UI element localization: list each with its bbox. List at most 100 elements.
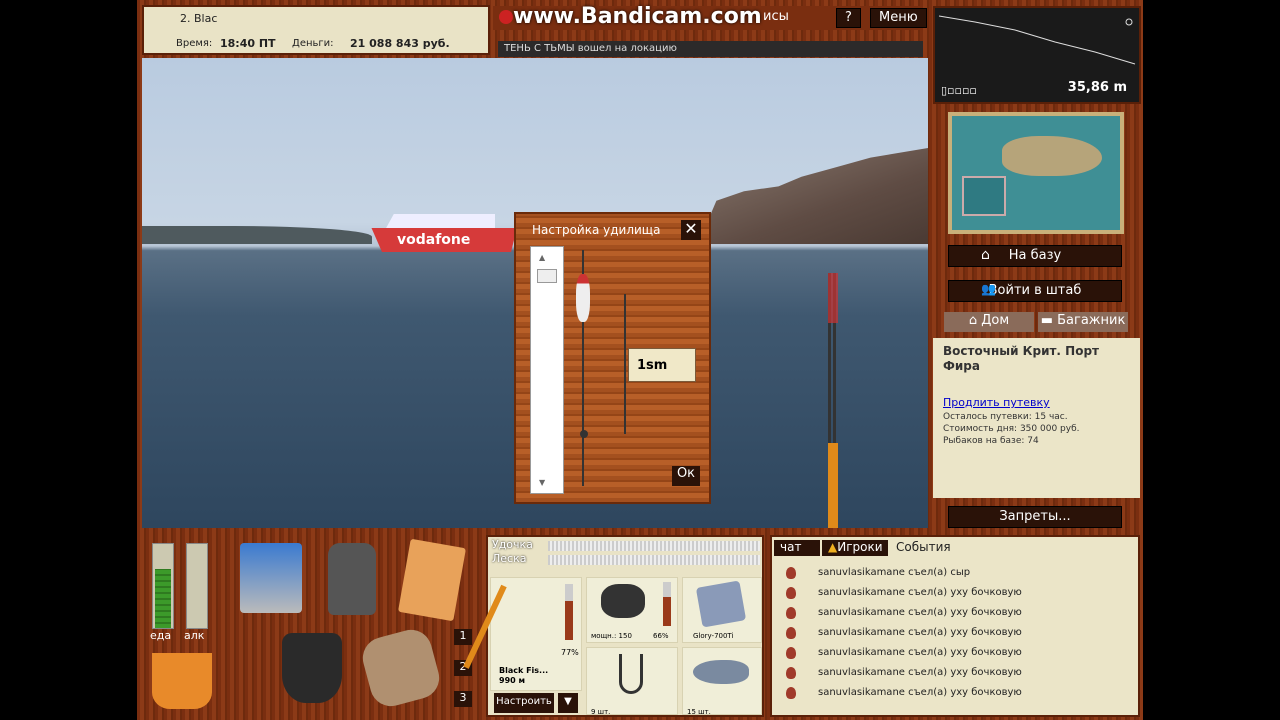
tab-players-label: Игроки	[837, 540, 883, 554]
hook-count: 9 шт.	[591, 708, 611, 716]
money-label: Деньги:	[292, 38, 334, 49]
hook-icon	[619, 654, 643, 694]
food-icon	[786, 647, 796, 659]
to-base-label: На базу	[1008, 248, 1062, 263]
bucket-icon[interactable]	[152, 653, 212, 709]
record-icon	[499, 10, 513, 24]
depth-value-readout: 35,86 m	[1067, 80, 1127, 95]
warning-icon: ▲	[828, 540, 838, 554]
line-slot[interactable]: Glory-700Ti	[682, 577, 762, 643]
rod-panel: Удочка Леска 77% Black Fis... 990 м мощн…	[463, 535, 764, 717]
dialog-title: Настройка удилища	[532, 223, 661, 237]
dropdown-icon[interactable]: ▼	[558, 693, 578, 713]
people-icon: 👥	[981, 282, 996, 296]
scroll-down-icon[interactable]: ▼	[539, 478, 545, 487]
location-map[interactable]	[948, 112, 1124, 234]
slot-1-button[interactable]: 1	[454, 629, 472, 645]
car-icon: ▬	[1040, 313, 1058, 328]
sinker-icon	[580, 430, 588, 438]
time-label: Время:	[176, 38, 213, 49]
fish-bait-icon	[693, 660, 749, 684]
cost-text: Стоимость дня: 350 000 руб.	[943, 424, 1080, 434]
tab-chat[interactable]: чат	[774, 540, 820, 556]
line-name: Glory-700Ti	[693, 632, 734, 640]
reel-icon	[601, 584, 645, 618]
line-spool-icon	[695, 580, 747, 628]
trunk-label: Багажник	[1057, 313, 1126, 328]
rod-icon[interactable]	[828, 273, 838, 528]
slot-3-button[interactable]: 3	[454, 691, 472, 707]
watermark: www.Bandicam.com	[513, 4, 762, 29]
money-value: 21 088 843 руб.	[350, 37, 450, 50]
player-name: 2. Blac	[180, 12, 218, 25]
notebook-icon[interactable]	[398, 538, 466, 622]
bait-slot[interactable]: 15 шт.	[682, 647, 762, 716]
rod-strength-bar	[548, 541, 760, 551]
player-panel: 2. Blac Время: 18:40 ПТ Деньги: 21 088 8…	[142, 5, 490, 55]
distant-island	[142, 226, 372, 244]
to-base-button[interactable]: ⌂ На базу	[948, 245, 1122, 267]
line-strength-bar	[548, 555, 760, 565]
food-icon	[786, 687, 796, 699]
home-label: Дом	[981, 313, 1010, 328]
cliff-coast	[698, 148, 928, 244]
anglers-text: Рыбаков на базе: 74	[943, 436, 1039, 446]
scroll-thumb[interactable]	[537, 269, 557, 283]
inventory-tools: еда алк 1 2 3	[142, 535, 484, 715]
rod-name: Black Fis...	[499, 666, 549, 675]
bans-button[interactable]: Запреты...	[948, 506, 1122, 528]
cauldron-icon[interactable]	[282, 633, 342, 703]
event-item: sanuvlasikamane съел(а) уху бочковую	[786, 607, 1022, 619]
chat-panel: чат ▲Игроки События sanuvlasikamane съел…	[770, 535, 1140, 717]
tackle-box-icon[interactable]	[240, 543, 302, 613]
scroll-up-icon[interactable]: ▲	[539, 253, 545, 262]
food-icon	[786, 567, 796, 579]
depth-scrollbar[interactable]: ▲ ▼	[530, 246, 564, 494]
float-icon	[576, 274, 590, 322]
event-item: sanuvlasikamane съел(а) уху бочковую	[786, 627, 1022, 639]
depth-ruler	[624, 294, 626, 434]
rod-settings-dialog: Настройка удилища ✕ ▲ ▼ 1sm Ок	[514, 212, 711, 504]
depth-value: 1sm	[628, 348, 696, 382]
reel-pct: 66%	[653, 632, 669, 640]
food-icon	[786, 587, 796, 599]
food-icon	[786, 667, 796, 679]
close-icon[interactable]: ✕	[681, 220, 701, 240]
food-label: еда	[150, 629, 172, 642]
configure-button[interactable]: Настроить	[494, 693, 554, 713]
tab-events[interactable]: События	[890, 540, 951, 556]
food-icon	[786, 607, 796, 619]
reel-slot[interactable]: мощн.: 150 66%	[586, 577, 678, 643]
event-item: sanuvlasikamane съел(а) уху бочковую	[786, 587, 1022, 599]
sack-icon[interactable]	[358, 625, 444, 711]
event-item: sanuvlasikamane съел(а) уху бочковую	[786, 647, 1022, 659]
ok-button[interactable]: Ок	[672, 466, 700, 486]
menu-button[interactable]: Меню	[870, 8, 927, 28]
tab-players[interactable]: ▲Игроки	[822, 540, 888, 556]
backpack-icon[interactable]	[328, 543, 376, 615]
event-ticker: ТЕНЬ С ТЬМЫ вошел на локацию	[498, 41, 923, 57]
location-info: Восточный Крит. Порт Фира Продлить путев…	[933, 338, 1140, 498]
event-item: sanuvlasikamane съел(а) сыр	[786, 567, 970, 579]
event-item: sanuvlasikamane съел(а) уху бочковую	[786, 667, 1022, 679]
bait-count: 15 шт.	[687, 708, 711, 716]
home-button[interactable]: ⌂ Дом	[944, 312, 1034, 332]
help-button[interactable]: ?	[836, 8, 861, 28]
rod-wear-bar	[565, 584, 573, 640]
alc-label: алк	[184, 629, 205, 642]
enter-hq-button[interactable]: 👥 Войти в штаб	[948, 280, 1122, 302]
rod-slot[interactable]: 77% Black Fis... 990 м	[463, 577, 582, 691]
extend-link[interactable]: Продлить путевку	[943, 396, 1050, 409]
depth-chart: ▯▫▫▫▫ 35,86 m	[933, 6, 1141, 104]
home-icon: ⌂	[968, 313, 982, 328]
partial-button-label[interactable]: исы	[755, 8, 797, 28]
reel-wear-bar	[663, 582, 671, 626]
trunk-button[interactable]: ▬ Багажник	[1038, 312, 1128, 332]
rod-line-length: 990 м	[499, 676, 526, 685]
rod-pct: 77%	[561, 648, 579, 657]
house-icon: ⌂	[981, 247, 990, 263]
top-bar: www.Bandicam.com исы ? Меню	[493, 4, 927, 30]
line-label: Леска	[492, 552, 527, 565]
hook-slot[interactable]: 9 шт.	[586, 647, 678, 716]
location-name: Восточный Крит. Порт Фира	[943, 344, 1099, 373]
